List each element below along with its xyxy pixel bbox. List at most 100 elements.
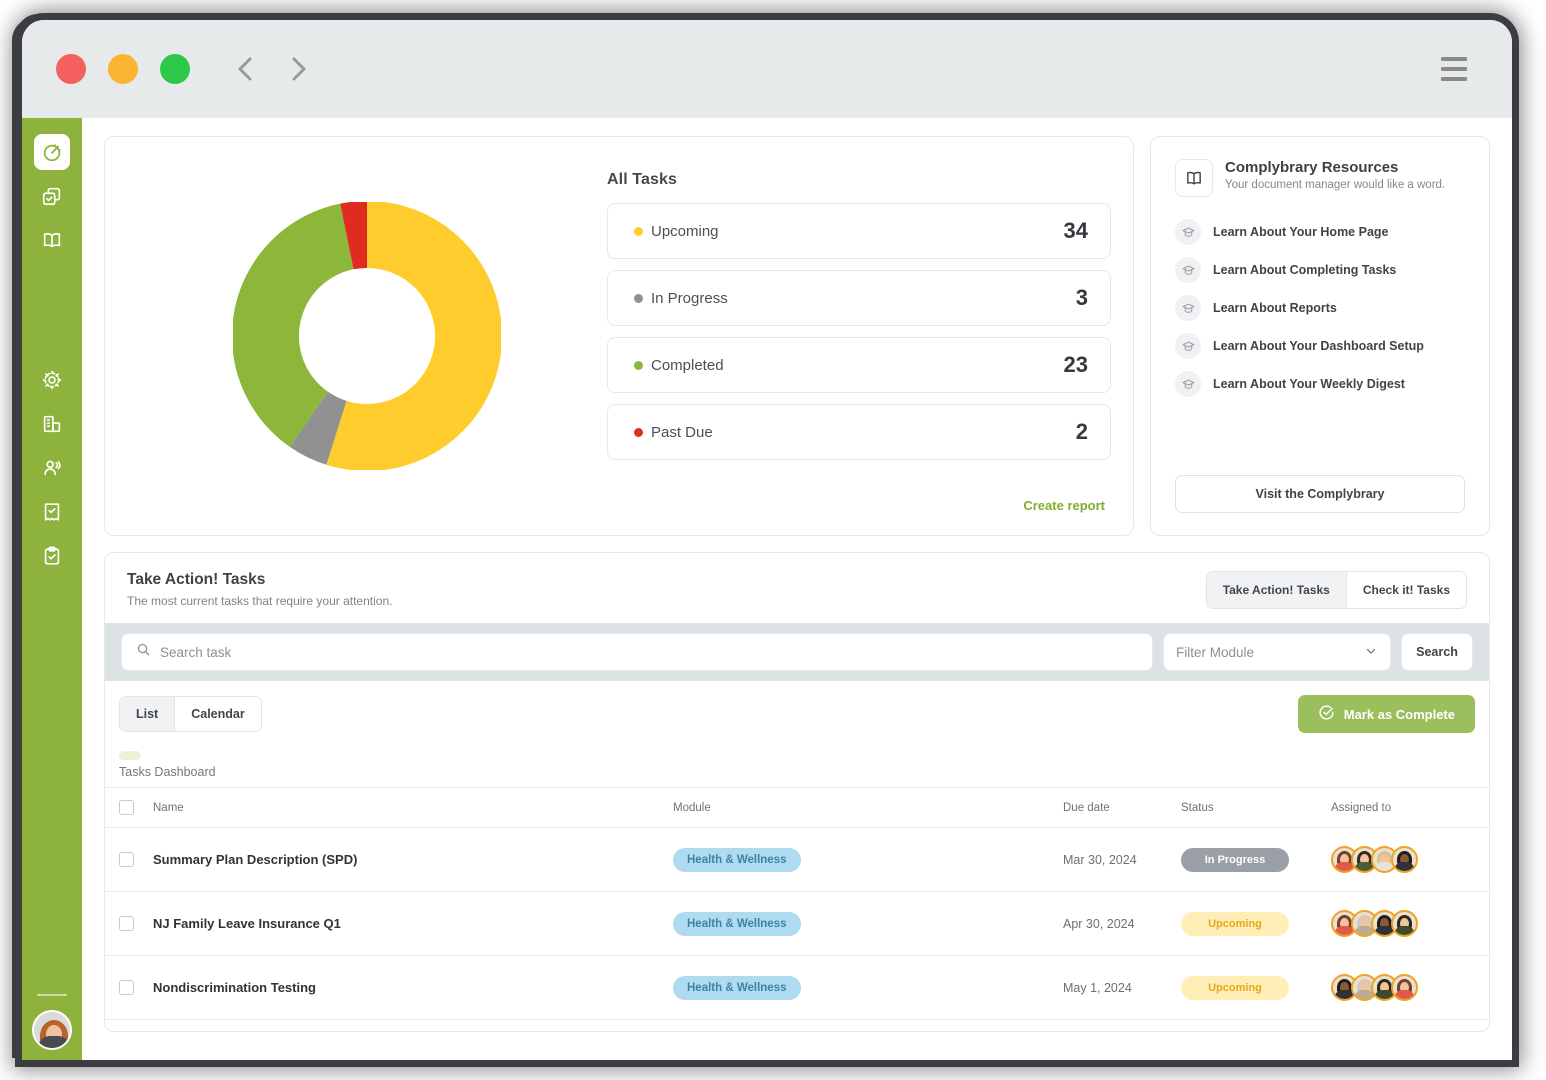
breadcrumb: Tasks Dashboard: [105, 739, 1489, 787]
stat-text: Completed: [651, 356, 724, 374]
assignee-avatars[interactable]: [1331, 910, 1489, 937]
check-circle-icon: [1318, 704, 1335, 724]
hamburger-line: [1441, 67, 1467, 71]
sidebar: [22, 118, 82, 1060]
resource-link-weekly-digest[interactable]: Learn About Your Weekly Digest: [1175, 371, 1465, 397]
mark-as-complete-button[interactable]: Mark as Complete: [1297, 695, 1475, 733]
stat-row-in-progress[interactable]: In Progress 3: [607, 270, 1111, 326]
tab-check-it-tasks[interactable]: Check it! Tasks: [1345, 572, 1466, 608]
past-due-bullet-icon: [634, 427, 643, 437]
graduation-cap-icon: [1175, 333, 1201, 359]
stat-row-past-due[interactable]: Past Due 2: [607, 404, 1111, 460]
sidebar-item-dashboard[interactable]: [34, 134, 70, 170]
take-action-card: Take Action! Tasks The most current task…: [104, 552, 1490, 1032]
maximize-button[interactable]: [160, 54, 190, 84]
search-bar: Filter Module Search: [105, 623, 1489, 681]
assignee-avatars[interactable]: [1331, 846, 1489, 873]
in-progress-bullet-icon: [634, 293, 643, 303]
tab-take-action-tasks[interactable]: Take Action! Tasks: [1206, 572, 1346, 608]
close-button[interactable]: [56, 54, 86, 84]
resource-link-dashboard-setup[interactable]: Learn About Your Dashboard Setup: [1175, 333, 1465, 359]
hamburger-icon[interactable]: [1441, 57, 1467, 81]
receipt-check-icon: [41, 501, 63, 523]
status-badge: Upcoming: [1181, 911, 1289, 936]
resource-label: Learn About Your Dashboard Setup: [1213, 339, 1424, 353]
select-all-header: [105, 787, 153, 828]
page-title: Take Action! Tasks: [127, 571, 266, 588]
create-report-link[interactable]: Create report: [607, 498, 1111, 517]
column-header-assigned-to: Assigned to: [1331, 787, 1489, 828]
chevron-left-icon[interactable]: [230, 54, 260, 84]
row-checkbox[interactable]: [119, 916, 134, 931]
stat-row-completed[interactable]: Completed 23: [607, 337, 1111, 393]
gauge-icon: [41, 141, 63, 163]
status-cell: Upcoming: [1181, 891, 1331, 956]
resources-heading-text: Complybrary Resources Your document mana…: [1225, 159, 1445, 191]
completed-bullet-icon: [634, 360, 643, 370]
view-mode-tabs: List Calendar: [119, 696, 262, 732]
resource-link-reports[interactable]: Learn About Reports: [1175, 295, 1465, 321]
stat-label: In Progress: [634, 290, 728, 307]
minimize-button[interactable]: [108, 54, 138, 84]
task-name-cell: Nondiscrimination Testing: [153, 955, 673, 1020]
assigned-to-cell: [1331, 827, 1489, 892]
tab-list-view[interactable]: List: [120, 697, 175, 731]
graduation-cap-icon: [1175, 257, 1201, 283]
tasks-table: Name Module Due date Status Assigned to: [105, 787, 1489, 1020]
column-header-name: Name: [153, 787, 673, 828]
due-date: Apr 30, 2024: [1063, 916, 1135, 931]
module-badge: Health & Wellness: [673, 847, 801, 872]
tasks-table-body: Summary Plan Description (SPD) Health & …: [105, 827, 1489, 1020]
open-book-icon: [1175, 159, 1213, 197]
main-content: All Tasks Upcoming 34 In Progress 3 Comp…: [82, 118, 1512, 1060]
resource-link-completing-tasks[interactable]: Learn About Completing Tasks: [1175, 257, 1465, 283]
graduation-cap-icon: [1175, 219, 1201, 245]
row-checkbox[interactable]: [119, 980, 134, 995]
resource-label: Learn About Completing Tasks: [1213, 263, 1397, 277]
sidebar-item-tasks[interactable]: [34, 178, 70, 214]
avatar[interactable]: [32, 1010, 72, 1050]
sidebar-item-library[interactable]: [34, 222, 70, 258]
module-cell: Health & Wellness: [673, 827, 1063, 892]
assigned-to-cell: [1331, 891, 1489, 956]
resource-link-home-page[interactable]: Learn About Your Home Page: [1175, 219, 1465, 245]
view-toolbar: List Calendar Mark as Complete: [105, 681, 1489, 739]
sidebar-item-settings[interactable]: [34, 362, 70, 398]
table-row[interactable]: Summary Plan Description (SPD) Health & …: [105, 827, 1489, 892]
search-input-wrapper[interactable]: [121, 633, 1153, 671]
resource-label: Learn About Your Weekly Digest: [1213, 377, 1405, 391]
page-subtitle: The most current tasks that require your…: [127, 594, 393, 608]
mark-as-complete-label: Mark as Complete: [1343, 706, 1455, 722]
select-all-checkbox[interactable]: [119, 800, 134, 815]
window-titlebar: [22, 20, 1512, 118]
chevron-right-icon[interactable]: [284, 54, 314, 84]
stat-text: Upcoming: [651, 222, 719, 240]
assigned-to-cell: [1331, 955, 1489, 1020]
due-date: Mar 30, 2024: [1063, 852, 1137, 867]
tasks-stats-column: All Tasks Upcoming 34 In Progress 3 Comp…: [607, 155, 1111, 517]
status-cell: Upcoming: [1181, 955, 1331, 1020]
visit-complybrary-button[interactable]: Visit the Complybrary: [1175, 475, 1465, 513]
status-badge: Upcoming: [1181, 975, 1289, 1000]
resources-header: Complybrary Resources Your document mana…: [1175, 159, 1465, 197]
sidebar-item-people[interactable]: [34, 450, 70, 486]
search-input[interactable]: [160, 644, 1138, 660]
sidebar-item-checklists[interactable]: [34, 538, 70, 574]
tab-calendar-view[interactable]: Calendar: [174, 697, 261, 731]
stat-label: Upcoming: [634, 223, 719, 240]
row-checkbox[interactable]: [119, 852, 134, 867]
module-badge: Health & Wellness: [673, 975, 801, 1000]
assignee-avatars[interactable]: [1331, 974, 1489, 1001]
gear-icon: [41, 369, 63, 391]
table-row[interactable]: NJ Family Leave Insurance Q1 Health & We…: [105, 891, 1489, 956]
resources-list: Learn About Your Home Page Learn About C…: [1175, 219, 1465, 397]
table-row[interactable]: Nondiscrimination Testing Health & Welln…: [105, 955, 1489, 1020]
search-button[interactable]: Search: [1401, 633, 1473, 671]
sidebar-item-company[interactable]: [34, 406, 70, 442]
filter-module-select[interactable]: Filter Module: [1163, 633, 1391, 671]
avatar-body: [38, 1036, 70, 1048]
sidebar-item-reports[interactable]: [34, 494, 70, 530]
chevron-down-icon: [1364, 644, 1378, 661]
breadcrumb-pill: [119, 751, 141, 760]
stat-row-upcoming[interactable]: Upcoming 34: [607, 203, 1111, 259]
